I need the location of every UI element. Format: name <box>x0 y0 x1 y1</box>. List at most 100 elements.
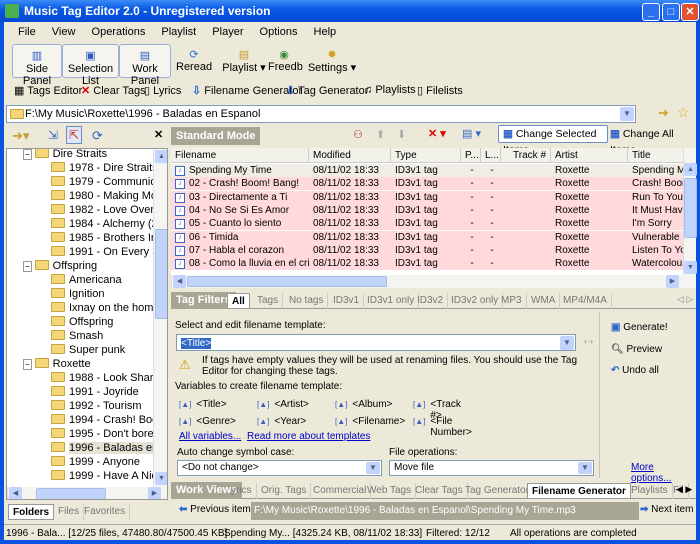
freedb-button[interactable]: ◉ Freedb <box>268 44 303 78</box>
move-up-icon[interactable]: ⬆ <box>376 128 385 141</box>
add-files-icon[interactable]: ⇲ <box>48 128 58 142</box>
work-view-tab[interactable]: Playlists <box>627 483 673 499</box>
close-panel-icon[interactable]: ✕ <box>154 128 163 141</box>
preview-button[interactable]: 🔍︎ Preview <box>611 344 662 355</box>
work-panel-button[interactable]: ▤ Work Panel <box>119 44 171 87</box>
refresh-icon[interactable]: ⟳ <box>92 128 103 144</box>
scroll-up-icon[interactable]: ▲ <box>684 163 697 176</box>
work-view-tab[interactable]: Commercial <box>309 483 372 499</box>
menu-help[interactable]: Help <box>314 26 337 38</box>
table-row[interactable]: 07 - Habla el corazon 08/11/02 18:33 ID3v1… <box>171 243 683 257</box>
variable-button[interactable]: [▲] <File Number> <box>413 416 472 438</box>
table-row[interactable]: 05 - Cuanto lo siento 08/11/02 18:33 ID3v1… <box>171 217 683 231</box>
tree-item[interactable]: Ixnay on the hombre <box>51 301 167 315</box>
tag-filter-tab[interactable]: MP3 <box>497 293 527 309</box>
menu-operations[interactable]: Operations <box>92 26 146 38</box>
column-header-1[interactable]: Modified <box>309 148 391 163</box>
tabs-scroll-arrows[interactable]: ◁ ▷ <box>677 294 693 305</box>
variable-button[interactable]: [▲] <Artist> <box>257 399 309 410</box>
column-header-5[interactable]: Track # <box>501 148 551 163</box>
tag-generator-button[interactable]: ⇩ Tag Generator <box>286 84 368 97</box>
chevron-down-icon[interactable]: ▼ <box>620 107 634 121</box>
table-row[interactable]: 08 - Como la lluvia en el cristal 08/11/0… <box>171 257 683 271</box>
tree-item[interactable]: Americana <box>51 273 122 287</box>
next-item-button[interactable]: ➡ Next item <box>640 504 693 515</box>
add-folder-icon[interactable]: ➔▾ <box>12 128 29 144</box>
table-row[interactable]: Spending My Time 08/11/02 18:33 ID3v1 tag -… <box>171 164 683 177</box>
tree-item[interactable]: 1991 - On Every Stre <box>51 245 167 259</box>
close-button[interactable]: ✕ <box>681 3 699 21</box>
chevron-down-icon[interactable]: ▼ <box>366 462 380 474</box>
tree-item[interactable]: 1999 - Anyone <box>51 455 140 469</box>
delete-icon[interactable]: ✕ ▾ <box>428 127 446 140</box>
tree-horizontal-scrollbar[interactable]: ◀ ▶ <box>7 487 167 499</box>
tag-filter-tab[interactable]: No tags <box>285 293 329 309</box>
work-view-tab[interactable]: Clear Tags <box>411 483 468 499</box>
move-down-icon[interactable]: ⬇ <box>397 128 406 141</box>
variable-button[interactable]: [▲] <Genre> <box>179 416 236 427</box>
undo-all-button[interactable]: ↶ Undo all <box>611 365 659 376</box>
minimize-button[interactable]: _ <box>642 3 660 21</box>
tree-item[interactable]: Offspring <box>51 315 113 329</box>
user-icon[interactable]: ⚇ <box>353 128 363 141</box>
tag-filter-tab[interactable]: ID3v1 <box>329 293 365 309</box>
chevron-down-icon[interactable]: ▼ <box>578 462 592 474</box>
menu-view[interactable]: View <box>52 26 76 38</box>
collapse-icon[interactable]: − <box>23 261 32 272</box>
column-header-3[interactable]: P... <box>461 148 481 163</box>
menu-playlist[interactable]: Playlist <box>161 26 196 38</box>
tags-editor-button[interactable]: ▦ Tags Editor <box>14 84 82 97</box>
tree-item[interactable]: 1984 - Alchemy (2LP- <box>51 217 167 231</box>
all-variables-link[interactable]: All variables... <box>179 431 241 442</box>
filelists-button[interactable]: ▯ Filelists <box>417 84 463 97</box>
tree-item[interactable]: 1994 - Crash! Boom! I <box>51 413 167 427</box>
collapse-icon[interactable]: − <box>23 149 32 160</box>
column-header-4[interactable]: L... <box>481 148 501 163</box>
tree-item[interactable]: 1988 - Look Sharp <box>51 371 160 385</box>
tag-filter-tab[interactable]: ID3v2 <box>413 293 449 309</box>
tree-item[interactable]: Ignition <box>51 287 104 301</box>
variable-button[interactable]: [▲] <Filename> <box>335 416 405 427</box>
scroll-down-icon[interactable]: ▼ <box>684 261 697 274</box>
scroll-right-icon[interactable]: ▶ <box>666 275 679 288</box>
maximize-button[interactable]: □ <box>662 3 680 21</box>
variable-button[interactable]: [▲] <Track #> <box>413 399 461 421</box>
menu-options[interactable]: Options <box>260 26 298 38</box>
settings-button[interactable]: ✹ Settings ▾ <box>306 44 358 78</box>
remove-files-icon[interactable]: ⇱ <box>66 126 83 144</box>
tree-item[interactable]: 1980 - Making Movies <box>51 189 167 203</box>
column-header-0[interactable]: Filename <box>171 148 309 163</box>
path-combobox[interactable]: F:\My Music\Roxette\1996 - Baladas en Es… <box>6 105 636 123</box>
variable-button[interactable]: [▲] <Title> <box>179 399 227 410</box>
tree-item[interactable]: 1985 - Brothers In Arr <box>51 231 167 245</box>
tree-group[interactable]: − Dire Straits <box>23 149 107 161</box>
table-row[interactable]: 02 - Crash! Boom! Bang! 08/11/02 18:33 ID3… <box>171 177 683 191</box>
scroll-thumb[interactable] <box>684 178 697 238</box>
symbol-case-select[interactable]: <Do not change> ▼ <box>177 460 382 476</box>
more-options-link[interactable]: More options... <box>631 462 696 484</box>
tag-filter-tab[interactable]: ID3v2 only <box>447 293 504 309</box>
tree-item[interactable]: Super punk <box>51 343 125 357</box>
work-view-tab[interactable]: Tag Generator <box>461 483 534 499</box>
variable-button[interactable]: [▲] <Year> <box>257 416 306 427</box>
table-vertical-scrollbar[interactable]: ▲ ▼ <box>683 148 697 275</box>
generate-button[interactable]: ▣ Generate! <box>611 322 668 333</box>
read-more-templates-link[interactable]: Read more about templates <box>247 431 370 442</box>
change-selected-items-button[interactable]: ▦ Change Selected Items <box>498 125 608 156</box>
list-icon[interactable]: ▤ ▾ <box>462 127 481 140</box>
menu-file[interactable]: File <box>18 26 36 38</box>
tree-item[interactable]: 1996 - Baladas en Esp <box>51 441 167 455</box>
scroll-up-icon[interactable]: ▲ <box>155 150 167 163</box>
work-view-tab[interactable]: Web Tags <box>363 483 417 499</box>
tab-folders[interactable]: Folders <box>8 504 55 520</box>
column-header-7[interactable]: Title <box>628 148 683 163</box>
tag-filter-tab[interactable]: All <box>227 293 250 309</box>
playlist-button[interactable]: ▤ Playlist ▾ <box>222 44 266 78</box>
selection-list-button[interactable]: ▣ Selection List <box>62 44 119 87</box>
tree-item[interactable]: 1979 - Communique <box>51 175 167 189</box>
scroll-right-icon[interactable]: ▶ <box>148 487 161 499</box>
chevron-down-icon[interactable]: ▼ <box>560 336 574 350</box>
tree-item[interactable]: 1995 - Don't bore us-g <box>51 427 167 441</box>
column-header-2[interactable]: Type <box>391 148 461 163</box>
work-view-tab[interactable]: Filename Generator <box>527 483 631 499</box>
